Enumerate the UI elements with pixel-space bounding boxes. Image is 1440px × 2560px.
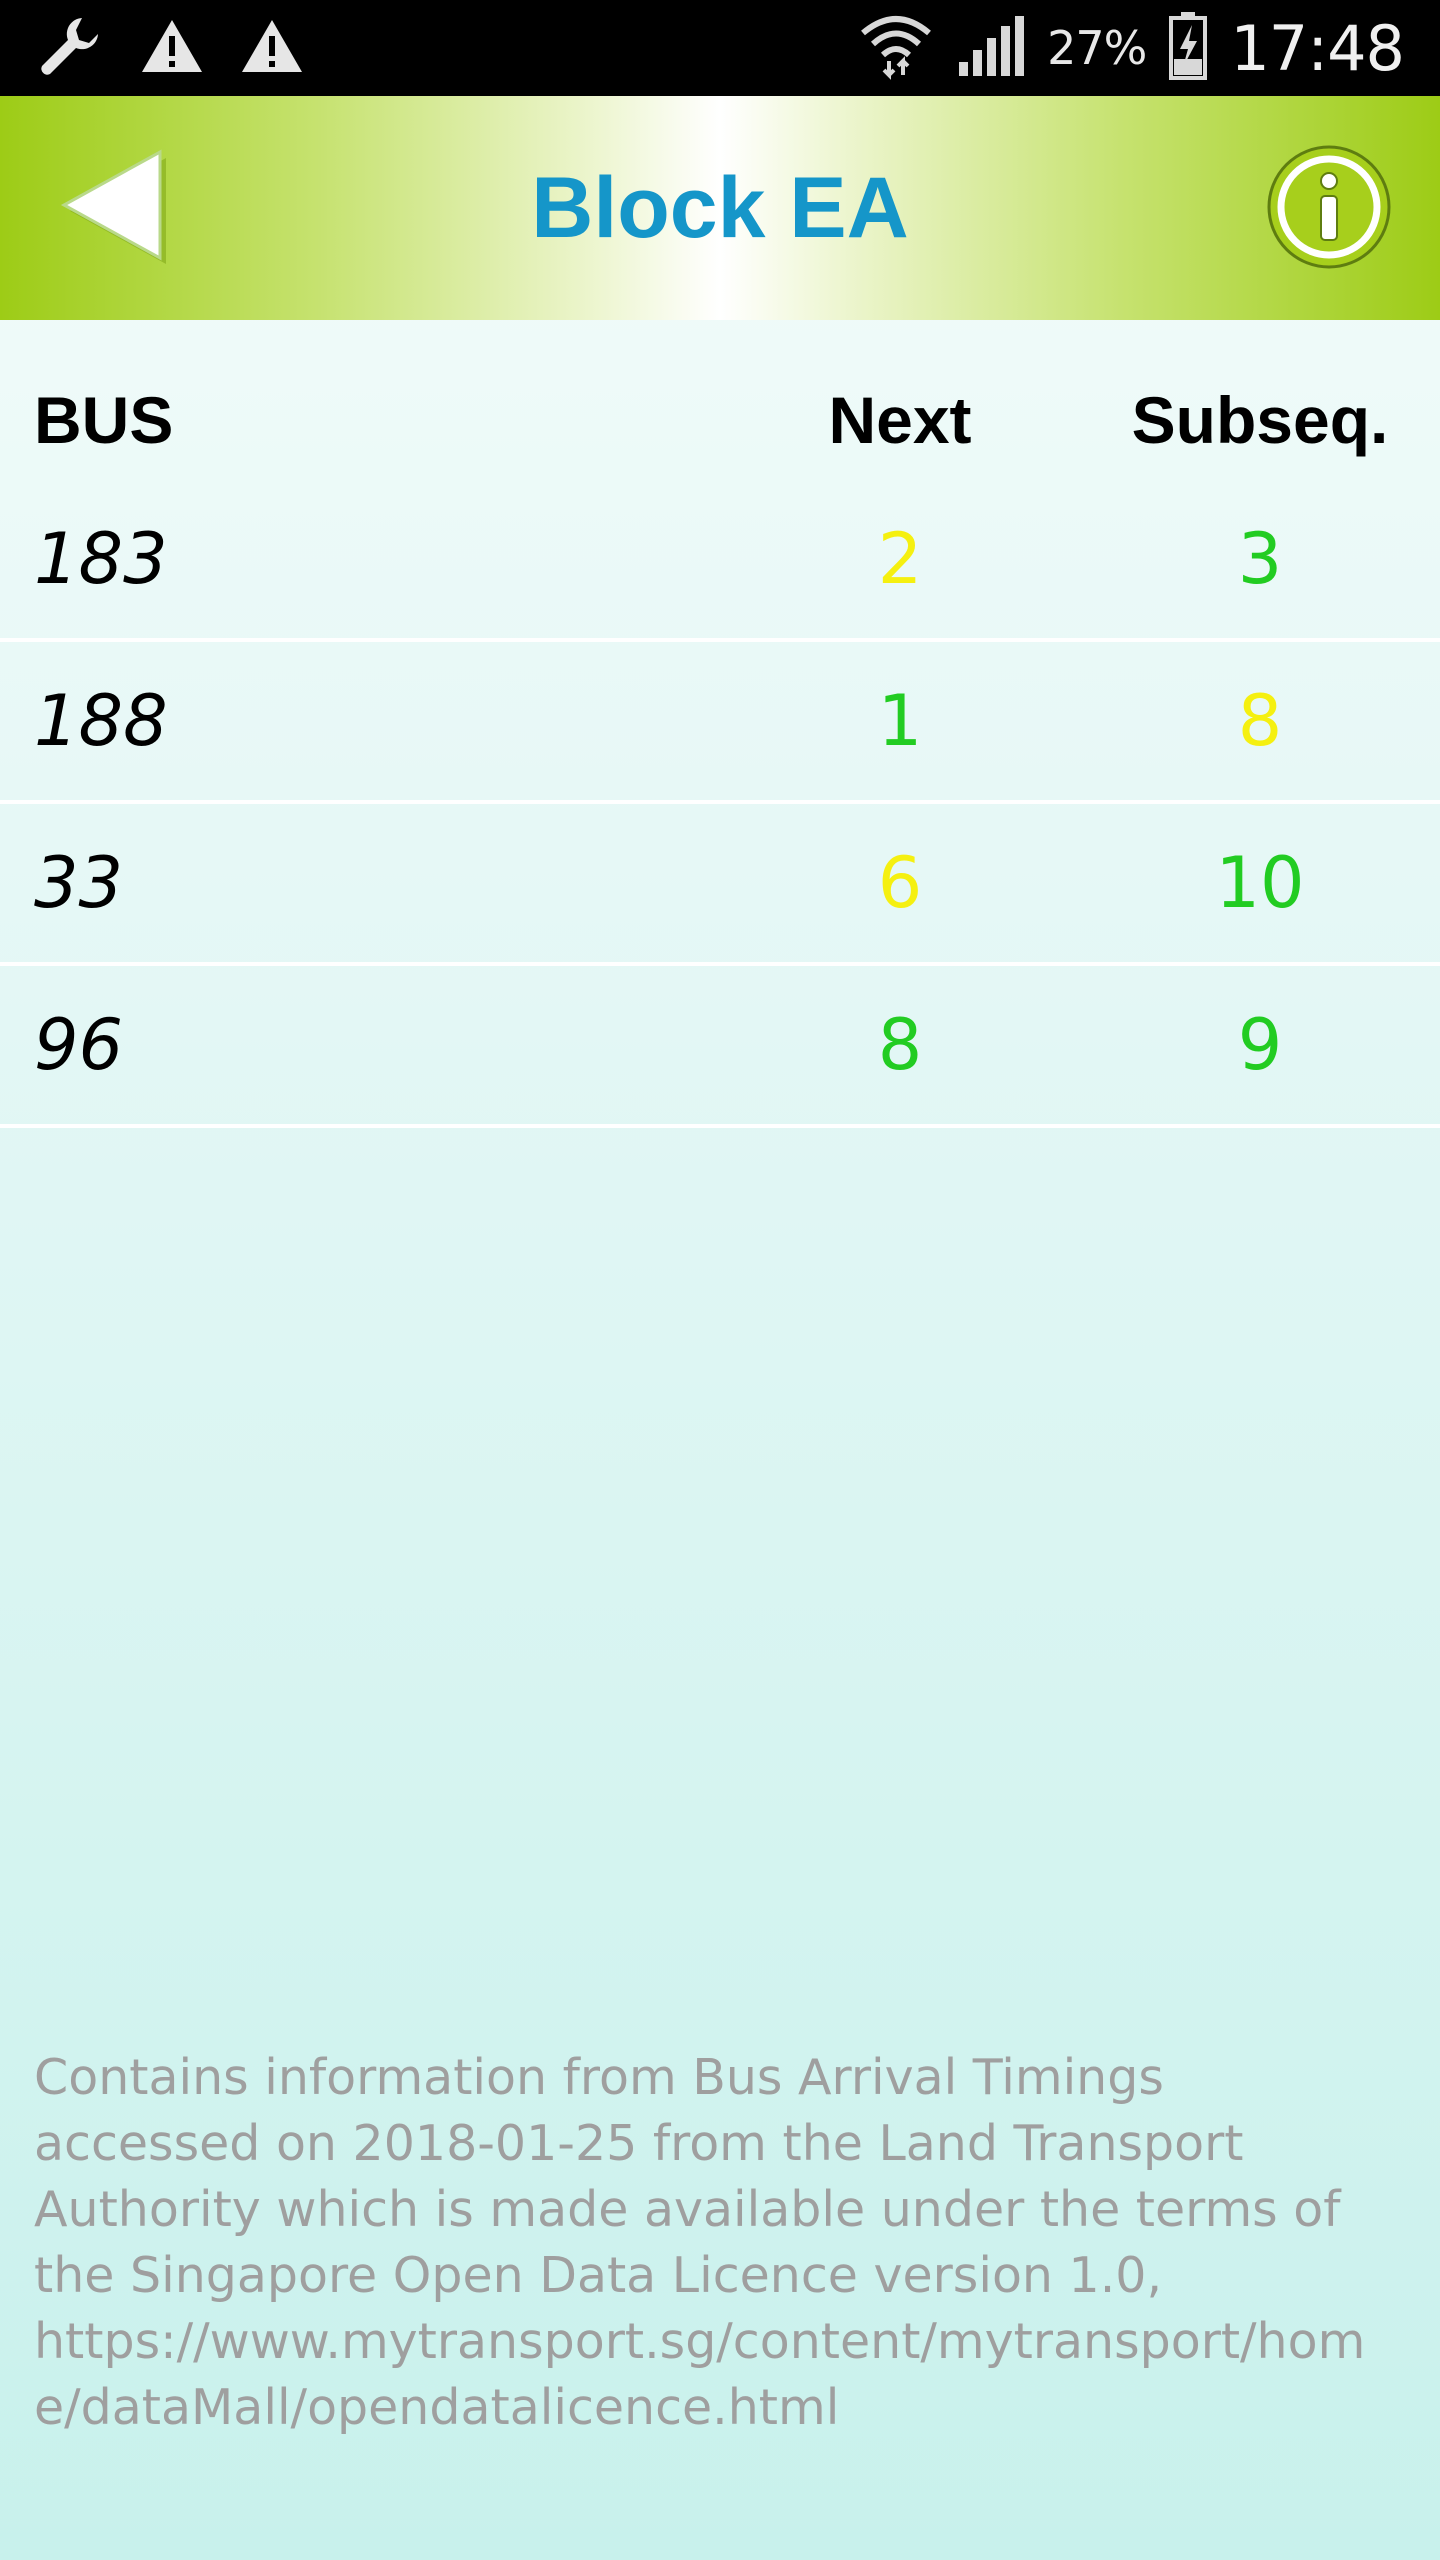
title-bar: Block EA bbox=[0, 96, 1440, 320]
status-bar: 27% 17:48 bbox=[0, 0, 1440, 96]
signal-icon bbox=[955, 14, 1025, 83]
next-arrival: 1 bbox=[877, 680, 923, 762]
column-header-bus: BUS bbox=[34, 383, 174, 457]
clock: 17:48 bbox=[1230, 11, 1405, 85]
wifi-icon bbox=[859, 11, 933, 86]
subsequent-arrival: 9 bbox=[1237, 1004, 1283, 1086]
warning-icon bbox=[240, 16, 304, 81]
column-header-subseq: Subseq. bbox=[1131, 383, 1389, 457]
data-attribution: Contains information from Bus Arrival Ti… bbox=[34, 2049, 1366, 2436]
info-icon bbox=[1267, 145, 1391, 269]
screen-title: Block EA bbox=[531, 160, 909, 256]
subsequent-arrival: 3 bbox=[1237, 518, 1283, 600]
back-arrow-icon bbox=[60, 149, 166, 264]
system-indicators: 27% 17:48 bbox=[859, 0, 1405, 96]
info-button[interactable] bbox=[1264, 142, 1394, 272]
notification-icons bbox=[36, 14, 304, 82]
column-header-next: Next bbox=[828, 383, 972, 457]
battery-icon bbox=[1168, 11, 1208, 86]
table-header: BUS Next Subseq. bbox=[0, 320, 1440, 480]
back-button[interactable] bbox=[52, 142, 182, 272]
wrench-icon bbox=[36, 12, 104, 85]
next-arrival: 8 bbox=[877, 1004, 923, 1086]
table-row[interactable]: 188 1 8 bbox=[0, 642, 1440, 804]
table-row[interactable]: 183 2 3 bbox=[0, 480, 1440, 642]
bus-number: 33 bbox=[34, 842, 124, 924]
subsequent-arrival: 8 bbox=[1237, 680, 1283, 762]
bus-arrival-table: BUS Next Subseq. 183 2 3 188 1 8 33 6 10… bbox=[0, 320, 1440, 1128]
table-row[interactable]: 33 6 10 bbox=[0, 804, 1440, 966]
next-arrival: 2 bbox=[877, 518, 923, 600]
subsequent-arrival: 10 bbox=[1215, 842, 1305, 924]
bus-number: 183 bbox=[34, 518, 168, 600]
bus-number: 188 bbox=[34, 680, 168, 762]
battery-percent: 27% bbox=[1047, 21, 1147, 75]
bus-number: 96 bbox=[34, 1004, 124, 1086]
table-row[interactable]: 96 8 9 bbox=[0, 966, 1440, 1128]
warning-icon bbox=[140, 16, 204, 81]
next-arrival: 6 bbox=[877, 842, 923, 924]
